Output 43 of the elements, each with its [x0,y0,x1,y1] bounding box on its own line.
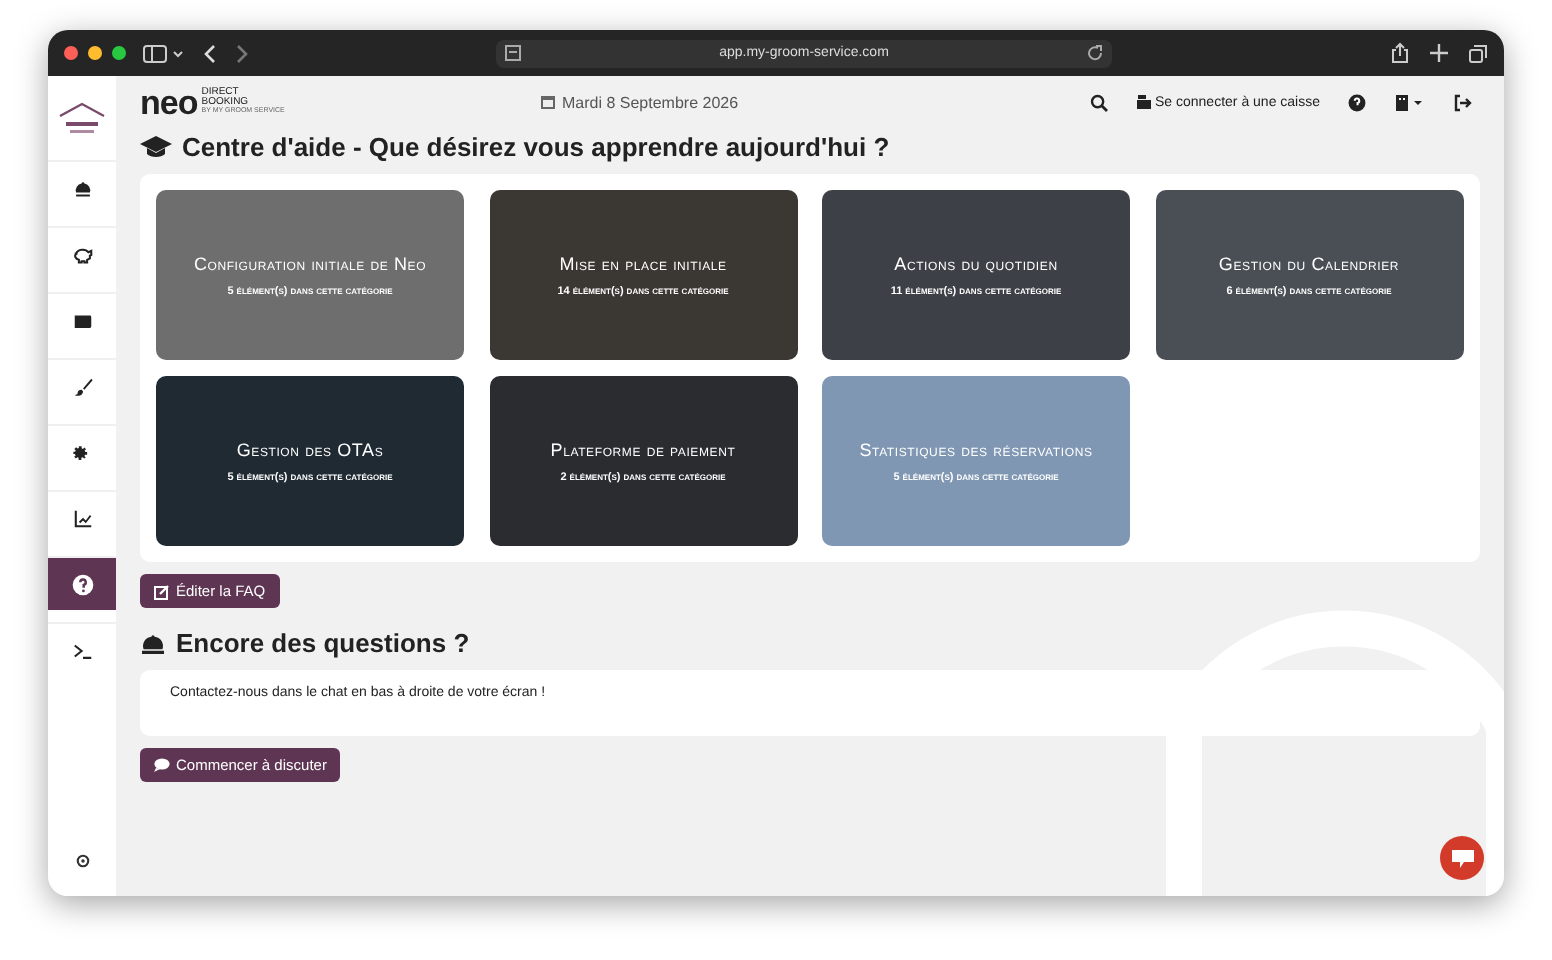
sidebar-item[interactable] [48,556,116,610]
edit-icon [154,583,170,599]
speech-bubble-icon [154,758,170,772]
category-title: Mise en place initiale [559,253,727,273]
page-icon [504,44,522,62]
page-title: Centre d'aide - Que désirez vous apprendre aujourd'hui ? [182,132,890,162]
chart-icon [71,507,93,529]
category-title: Configuration initiale de Neo [193,253,427,273]
category-title: Statistiques des réservations [859,439,1093,459]
building-dropdown-icon[interactable] [1394,93,1426,111]
chat-icon [1451,849,1473,867]
piggy-icon [71,243,93,265]
circle-icon[interactable] [75,854,89,868]
search-icon[interactable] [1089,93,1107,111]
graduation-cap-icon [140,135,172,159]
minimize-icon[interactable] [88,46,102,60]
calendar-icon [540,94,556,110]
reload-icon[interactable] [1086,44,1104,62]
forward-icon[interactable] [234,43,250,63]
category-title: Gestion des OTAs [236,439,384,459]
date-text: Mardi 8 Septembre 2026 [562,93,739,111]
gears-icon [71,441,93,463]
maximize-icon[interactable] [112,46,126,60]
chat-button[interactable] [1440,836,1484,880]
bell-icon [140,632,166,654]
category-title: Gestion du Calendrier [1218,253,1400,273]
close-icon[interactable] [64,46,78,60]
category-title: Actions du quotidien [894,253,1058,273]
tabs-icon[interactable] [1468,43,1488,63]
bell-icon [71,177,93,199]
help-icon [71,573,93,595]
cash-register-icon [1135,94,1151,110]
share-icon[interactable] [1390,42,1410,64]
brush-icon [71,375,93,397]
section-title: Encore des questions ? [176,628,470,658]
logo-wordmark: neo [140,85,198,119]
sidebar-toggle-icon[interactable] [142,43,186,63]
back-icon[interactable] [202,43,218,63]
terminal-icon [71,639,93,661]
category-title: Plateforme de paiement [550,439,736,459]
plus-icon[interactable] [1430,44,1448,62]
logout-icon[interactable] [1454,93,1472,111]
help-icon[interactable] [1348,93,1366,111]
